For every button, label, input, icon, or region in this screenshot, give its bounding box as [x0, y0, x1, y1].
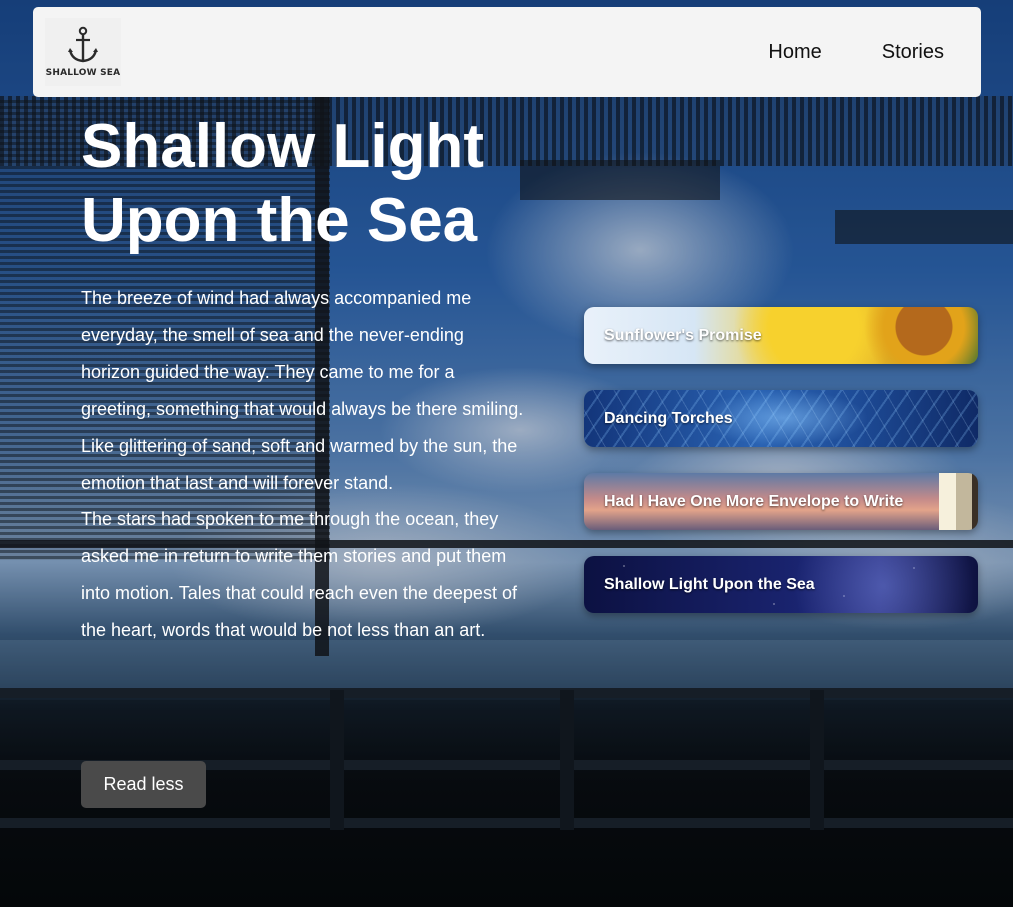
nav-links: Home Stories — [708, 41, 944, 64]
story-card-label: Shallow Light Upon the Sea — [604, 575, 815, 593]
story-card-label: Had I Have One More Envelope to Write — [604, 492, 904, 510]
read-less-button[interactable]: Read less — [81, 761, 206, 808]
story-card-sunflowers-promise[interactable]: Sunflower's Promise — [584, 307, 978, 364]
site-logo[interactable]: SHALLOW SEA — [45, 18, 121, 86]
story-paragraph: The stars had spoken to me through the o… — [81, 509, 517, 641]
page-title: Shallow Light Upon the Sea — [81, 112, 484, 255]
story-card-envelope[interactable]: Had I Have One More Envelope to Write — [584, 473, 978, 530]
navbar: SHALLOW SEA Home Stories — [33, 7, 981, 97]
anchor-icon — [68, 26, 98, 63]
story-paragraph: The breeze of wind had always accompanie… — [81, 288, 524, 493]
story-card-dancing-torches[interactable]: Dancing Torches — [584, 390, 978, 447]
nav-link-home[interactable]: Home — [708, 41, 821, 64]
story-card-label: Sunflower's Promise — [604, 326, 762, 344]
story-list: Sunflower's Promise Dancing Torches Had … — [584, 307, 978, 639]
logo-text: SHALLOW SEA — [45, 68, 121, 78]
story-card-shallow-light[interactable]: Shallow Light Upon the Sea — [584, 556, 978, 613]
nav-link-stories[interactable]: Stories — [822, 41, 944, 64]
story-card-label: Dancing Torches — [604, 409, 733, 427]
story-text: The breeze of wind had always accompanie… — [81, 280, 526, 649]
